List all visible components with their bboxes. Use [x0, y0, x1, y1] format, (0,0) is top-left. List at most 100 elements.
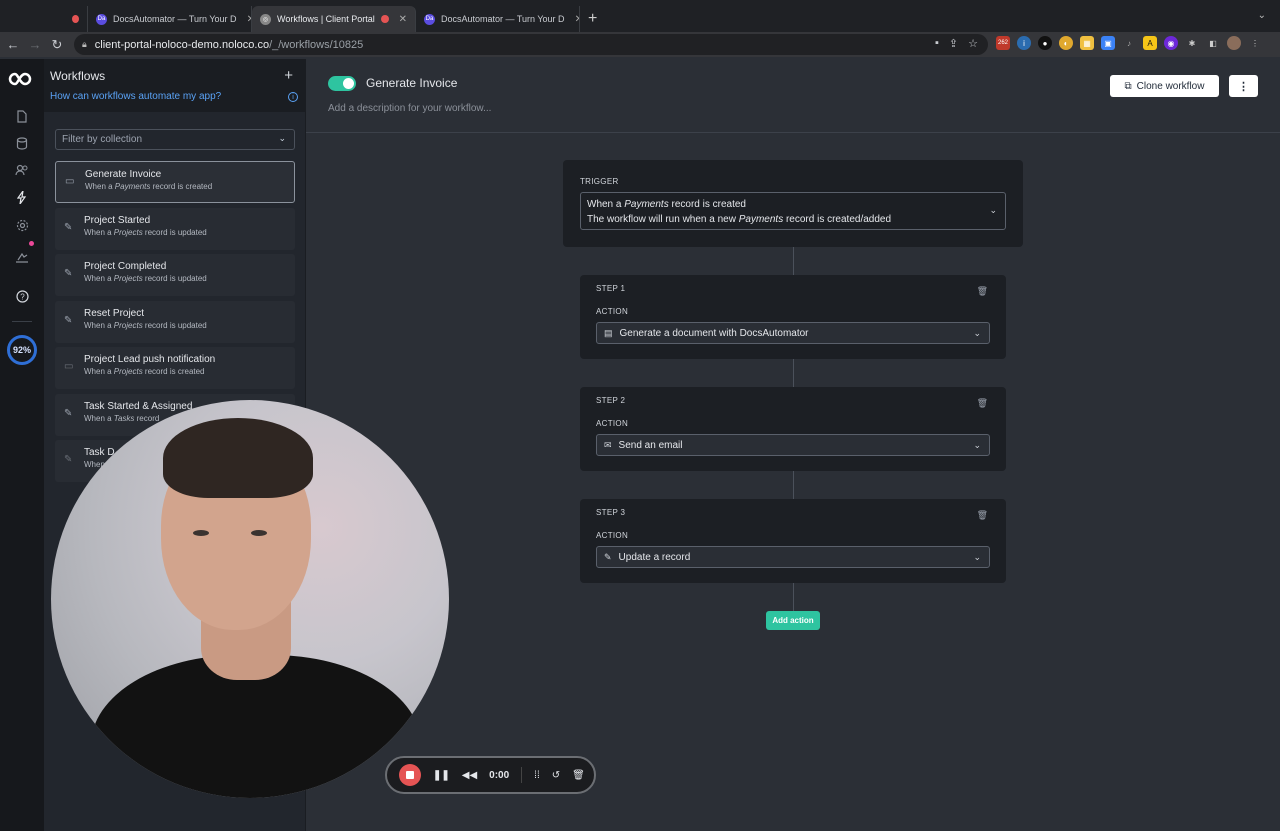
noloco-logo-icon[interactable] [8, 71, 36, 87]
extension-icon[interactable]: A [1143, 36, 1157, 50]
filter-by-collection-select[interactable]: Filter by collection ⌄ [55, 129, 295, 150]
app-rail: ? 92% [0, 59, 44, 831]
workflow-item-project-lead-push[interactable]: ▭ Project Lead push notification When a … [55, 347, 295, 389]
extension-badge-icon[interactable]: 262 [996, 36, 1010, 50]
add-action-button[interactable]: Add action [766, 611, 820, 630]
docsautomator-favicon-icon: Da [96, 13, 107, 25]
close-tab-icon[interactable]: ✕ [399, 14, 407, 25]
new-tab-button[interactable]: + [588, 10, 597, 28]
puzzle-extensions-icon[interactable]: ✱ [1185, 36, 1199, 50]
svg-text:?: ? [20, 292, 25, 301]
browser-tab[interactable]: Da DocsAutomator — Turn Your D ✕ [88, 6, 252, 32]
browser-tab-recording[interactable] [62, 6, 88, 32]
stop-recording-button[interactable] [399, 764, 421, 786]
extension-icon[interactable]: ▣ [1101, 36, 1115, 50]
trigger-label: TRIGGER [580, 177, 619, 186]
delete-step-trash-icon[interactable]: 🗑︎ [977, 398, 988, 409]
workflows-lightning-icon[interactable] [0, 187, 44, 207]
pages-icon[interactable] [0, 106, 44, 126]
workflow-editor: Generate Invoice Add a description for y… [306, 59, 1280, 831]
action-select[interactable]: ✉ Send an email ⌄ [596, 434, 990, 456]
extensions-row: 262 i ● ◐ ▦ ▣ ♪ A ◉ ✱ ◧ ⋮ [996, 36, 1262, 50]
flow-connector [793, 359, 794, 387]
extension-icon[interactable]: ◉ [1164, 36, 1178, 50]
step-label: STEP 2 [596, 396, 626, 405]
sidepanel-icon[interactable]: ◧ [1206, 36, 1220, 50]
webcam-person-hair [163, 418, 313, 498]
lock-icon: 🔒︎ [82, 39, 87, 49]
tab-title: DocsAutomator — Turn Your D [441, 14, 565, 24]
extension-icon[interactable]: ▦ [1080, 36, 1094, 50]
progress-ring[interactable]: 92% [7, 335, 37, 365]
edit-link-icon: ✎ [64, 454, 73, 465]
action-value: Update a record [618, 551, 691, 563]
browser-tab[interactable]: Da DocsAutomator — Turn Your D ✕ [416, 6, 580, 32]
step-card-2: STEP 2 🗑︎ ACTION ✉ Send an email ⌄ [580, 387, 1006, 471]
flow-connector [793, 583, 794, 611]
users-icon[interactable] [0, 160, 44, 180]
share-icon[interactable]: ⇪ [949, 37, 958, 50]
back-icon[interactable]: ← [2, 37, 24, 52]
action-label: ACTION [596, 419, 629, 428]
workflow-item-generate-invoice[interactable]: ▭ Generate Invoice When a Payments recor… [55, 161, 295, 203]
reload-icon[interactable]: ↻ [46, 37, 68, 53]
tab-title: Workflows | Client Portal [277, 14, 375, 24]
trigger-select[interactable]: When a Payments record is created The wo… [580, 192, 1006, 230]
bookmark-star-icon[interactable]: ☆ [968, 37, 978, 50]
step-card-1: STEP 1 🗑︎ ACTION ▤ Generate a document w… [580, 275, 1006, 359]
more-options-button[interactable]: ⋮ [1229, 75, 1258, 97]
trigger-description: The workflow will run when a new Payment… [587, 214, 892, 225]
chevron-down-icon: ⌄ [973, 328, 981, 338]
sidebar-header: Workflows + How can workflows automate m… [44, 59, 305, 112]
workflow-name: Generate Invoice [85, 169, 162, 180]
action-select[interactable]: ✎ Update a record ⌄ [596, 546, 990, 568]
add-workflow-button[interactable]: + [284, 67, 293, 84]
tab-title: DocsAutomator — Turn Your D [113, 14, 237, 24]
info-icon[interactable]: i [288, 92, 298, 102]
workflow-item-project-started[interactable]: ✎ Project Started When a Projects record… [55, 207, 295, 250]
close-tab-icon[interactable]: ✕ [575, 14, 579, 25]
browser-tab-active[interactable]: ◎ Workflows | Client Portal ✕ [252, 6, 416, 32]
workflow-item-reset-project[interactable]: ✎ Reset Project When a Projects record i… [55, 300, 295, 343]
extension-icon[interactable]: ◐ [1059, 36, 1073, 50]
menu-kebab-icon[interactable]: ⋮ [1248, 36, 1262, 50]
clone-workflow-button[interactable]: ⧉ Clone workflow [1110, 75, 1219, 97]
sidebar-title: Workflows [50, 69, 106, 83]
webcam-overlay[interactable] [51, 400, 449, 798]
restart-icon[interactable]: ↺ [552, 770, 560, 781]
address-bar[interactable]: 🔒︎ client-portal-noloco-demo.noloco.co/_… [74, 34, 988, 55]
webcam-person-eye [193, 530, 209, 536]
settings-gear-icon[interactable] [0, 215, 44, 235]
database-icon[interactable] [0, 133, 44, 153]
recorder-divider [521, 767, 523, 783]
camera-icon[interactable]: ▪ [935, 37, 939, 50]
pause-icon[interactable]: ❚❚ [433, 770, 450, 781]
password-extension-icon[interactable]: i [1017, 36, 1031, 50]
folder-plus-icon: ▭ [65, 176, 75, 187]
rewind-icon[interactable]: ◀◀ [462, 770, 477, 781]
browser-toolbar: ← → ↻ 🔒︎ client-portal-noloco-demo.noloc… [0, 32, 1280, 57]
forward-icon[interactable]: → [24, 37, 46, 52]
discard-trash-icon[interactable]: 🗑︎ [572, 770, 585, 781]
workflow-item-project-completed[interactable]: ✎ Project Completed When a Projects reco… [55, 254, 295, 296]
delete-step-trash-icon[interactable]: 🗑︎ [977, 510, 988, 521]
workflow-title[interactable]: Generate Invoice [366, 76, 457, 90]
workflows-help-link[interactable]: How can workflows automate my app? [50, 91, 299, 102]
action-select[interactable]: ▤ Generate a document with DocsAutomator… [596, 322, 990, 344]
workflow-trigger-summary: When a Projects record is updated [84, 274, 207, 283]
extension-icon[interactable]: ● [1038, 36, 1052, 50]
workflow-enabled-toggle[interactable] [328, 76, 356, 91]
workflow-description-input[interactable]: Add a description for your workflow... [328, 103, 491, 114]
tab-search-chevron-icon[interactable]: ⌄ [1258, 10, 1266, 21]
delete-step-trash-icon[interactable]: 🗑︎ [977, 286, 988, 297]
workflow-header: Generate Invoice Add a description for y… [306, 59, 1280, 133]
progress-percent: 92% [12, 345, 31, 355]
microphone-icon[interactable]: ♪ [1122, 36, 1136, 50]
profile-avatar[interactable] [1227, 36, 1241, 50]
grid-icon[interactable]: ⁞⁞ [534, 770, 540, 781]
launch-icon[interactable] [0, 248, 44, 268]
chevron-down-icon: ⌄ [973, 552, 981, 562]
edit-link-icon: ✎ [64, 268, 73, 279]
help-question-icon[interactable]: ? [0, 286, 44, 306]
globe-favicon-icon: ◎ [260, 13, 271, 25]
